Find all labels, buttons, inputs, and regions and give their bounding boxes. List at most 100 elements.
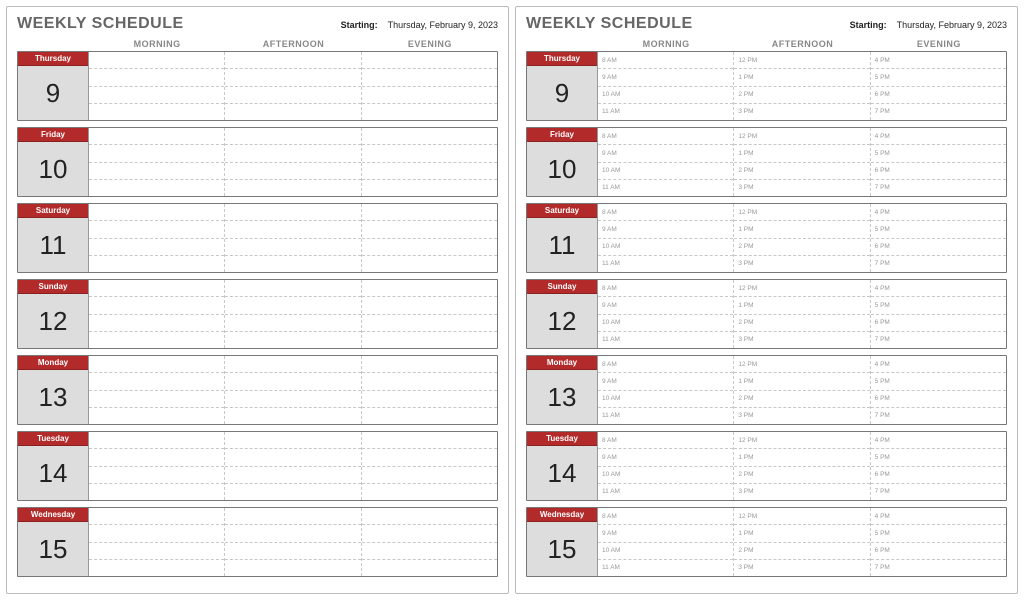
- time-slot[interactable]: 7 PM: [871, 256, 1006, 272]
- time-slot[interactable]: 2 PM: [734, 315, 869, 332]
- time-slot[interactable]: [89, 525, 224, 542]
- time-slot[interactable]: 10 AM: [598, 87, 733, 104]
- time-slot[interactable]: [362, 543, 497, 560]
- time-slot[interactable]: 8 AM: [598, 204, 733, 221]
- time-slot[interactable]: [362, 315, 497, 332]
- time-slot[interactable]: 8 AM: [598, 52, 733, 69]
- time-slot[interactable]: [89, 467, 224, 484]
- time-slot[interactable]: 4 PM: [871, 280, 1006, 297]
- time-slot[interactable]: 4 PM: [871, 432, 1006, 449]
- time-slot[interactable]: [89, 145, 224, 162]
- time-slot[interactable]: [225, 87, 360, 104]
- time-slot[interactable]: 7 PM: [871, 180, 1006, 196]
- time-slot[interactable]: 5 PM: [871, 525, 1006, 542]
- time-slot[interactable]: [362, 560, 497, 576]
- time-slot[interactable]: 7 PM: [871, 484, 1006, 500]
- time-slot[interactable]: 11 AM: [598, 256, 733, 272]
- time-slot[interactable]: 6 PM: [871, 543, 1006, 560]
- time-slot[interactable]: [362, 163, 497, 180]
- time-slot[interactable]: 12 PM: [734, 128, 869, 145]
- time-slot[interactable]: [89, 297, 224, 314]
- time-slot[interactable]: [225, 221, 360, 238]
- time-slot[interactable]: 3 PM: [734, 332, 869, 348]
- time-slot[interactable]: [362, 373, 497, 390]
- time-slot[interactable]: 5 PM: [871, 221, 1006, 238]
- time-slot[interactable]: [225, 356, 360, 373]
- time-slot[interactable]: 6 PM: [871, 315, 1006, 332]
- time-slot[interactable]: [89, 332, 224, 348]
- time-slot[interactable]: [362, 408, 497, 424]
- time-slot[interactable]: [225, 239, 360, 256]
- time-slot[interactable]: 5 PM: [871, 69, 1006, 86]
- time-slot[interactable]: [362, 484, 497, 500]
- time-slot[interactable]: 5 PM: [871, 449, 1006, 466]
- time-slot[interactable]: 8 AM: [598, 508, 733, 525]
- time-slot[interactable]: [89, 180, 224, 196]
- time-slot[interactable]: [225, 128, 360, 145]
- time-slot[interactable]: 6 PM: [871, 467, 1006, 484]
- time-slot[interactable]: 11 AM: [598, 408, 733, 424]
- time-slot[interactable]: [89, 408, 224, 424]
- time-slot[interactable]: 8 AM: [598, 280, 733, 297]
- time-slot[interactable]: [225, 467, 360, 484]
- time-slot[interactable]: [362, 52, 497, 69]
- time-slot[interactable]: 12 PM: [734, 280, 869, 297]
- time-slot[interactable]: [362, 145, 497, 162]
- time-slot[interactable]: [362, 432, 497, 449]
- time-slot[interactable]: [89, 315, 224, 332]
- time-slot[interactable]: [89, 163, 224, 180]
- time-slot[interactable]: [225, 180, 360, 196]
- time-slot[interactable]: [225, 373, 360, 390]
- time-slot[interactable]: 4 PM: [871, 52, 1006, 69]
- time-slot[interactable]: [89, 508, 224, 525]
- time-slot[interactable]: [89, 356, 224, 373]
- time-slot[interactable]: 9 AM: [598, 525, 733, 542]
- time-slot[interactable]: [89, 69, 224, 86]
- time-slot[interactable]: [225, 280, 360, 297]
- time-slot[interactable]: [89, 239, 224, 256]
- time-slot[interactable]: [362, 104, 497, 120]
- time-slot[interactable]: 10 AM: [598, 163, 733, 180]
- time-slot[interactable]: [225, 560, 360, 576]
- time-slot[interactable]: [362, 449, 497, 466]
- time-slot[interactable]: [225, 256, 360, 272]
- time-slot[interactable]: [225, 297, 360, 314]
- time-slot[interactable]: [225, 525, 360, 542]
- time-slot[interactable]: [362, 180, 497, 196]
- time-slot[interactable]: [89, 484, 224, 500]
- time-slot[interactable]: 3 PM: [734, 560, 869, 576]
- time-slot[interactable]: 10 AM: [598, 543, 733, 560]
- time-slot[interactable]: 2 PM: [734, 239, 869, 256]
- time-slot[interactable]: 10 AM: [598, 315, 733, 332]
- time-slot[interactable]: 8 AM: [598, 128, 733, 145]
- time-slot[interactable]: 3 PM: [734, 408, 869, 424]
- time-slot[interactable]: 6 PM: [871, 87, 1006, 104]
- time-slot[interactable]: [362, 391, 497, 408]
- time-slot[interactable]: [225, 52, 360, 69]
- time-slot[interactable]: [225, 432, 360, 449]
- time-slot[interactable]: 3 PM: [734, 484, 869, 500]
- time-slot[interactable]: 6 PM: [871, 391, 1006, 408]
- time-slot[interactable]: [362, 297, 497, 314]
- time-slot[interactable]: 4 PM: [871, 356, 1006, 373]
- time-slot[interactable]: 7 PM: [871, 408, 1006, 424]
- time-slot[interactable]: [362, 332, 497, 348]
- time-slot[interactable]: 12 PM: [734, 356, 869, 373]
- time-slot[interactable]: 11 AM: [598, 180, 733, 196]
- time-slot[interactable]: 9 AM: [598, 221, 733, 238]
- time-slot[interactable]: [225, 449, 360, 466]
- time-slot[interactable]: 7 PM: [871, 560, 1006, 576]
- time-slot[interactable]: [225, 484, 360, 500]
- time-slot[interactable]: 1 PM: [734, 297, 869, 314]
- time-slot[interactable]: [89, 391, 224, 408]
- time-slot[interactable]: 3 PM: [734, 256, 869, 272]
- time-slot[interactable]: 6 PM: [871, 163, 1006, 180]
- time-slot[interactable]: [89, 560, 224, 576]
- time-slot[interactable]: [89, 87, 224, 104]
- time-slot[interactable]: 7 PM: [871, 332, 1006, 348]
- time-slot[interactable]: 3 PM: [734, 104, 869, 120]
- time-slot[interactable]: [89, 104, 224, 120]
- time-slot[interactable]: [89, 449, 224, 466]
- time-slot[interactable]: 12 PM: [734, 432, 869, 449]
- time-slot[interactable]: [225, 104, 360, 120]
